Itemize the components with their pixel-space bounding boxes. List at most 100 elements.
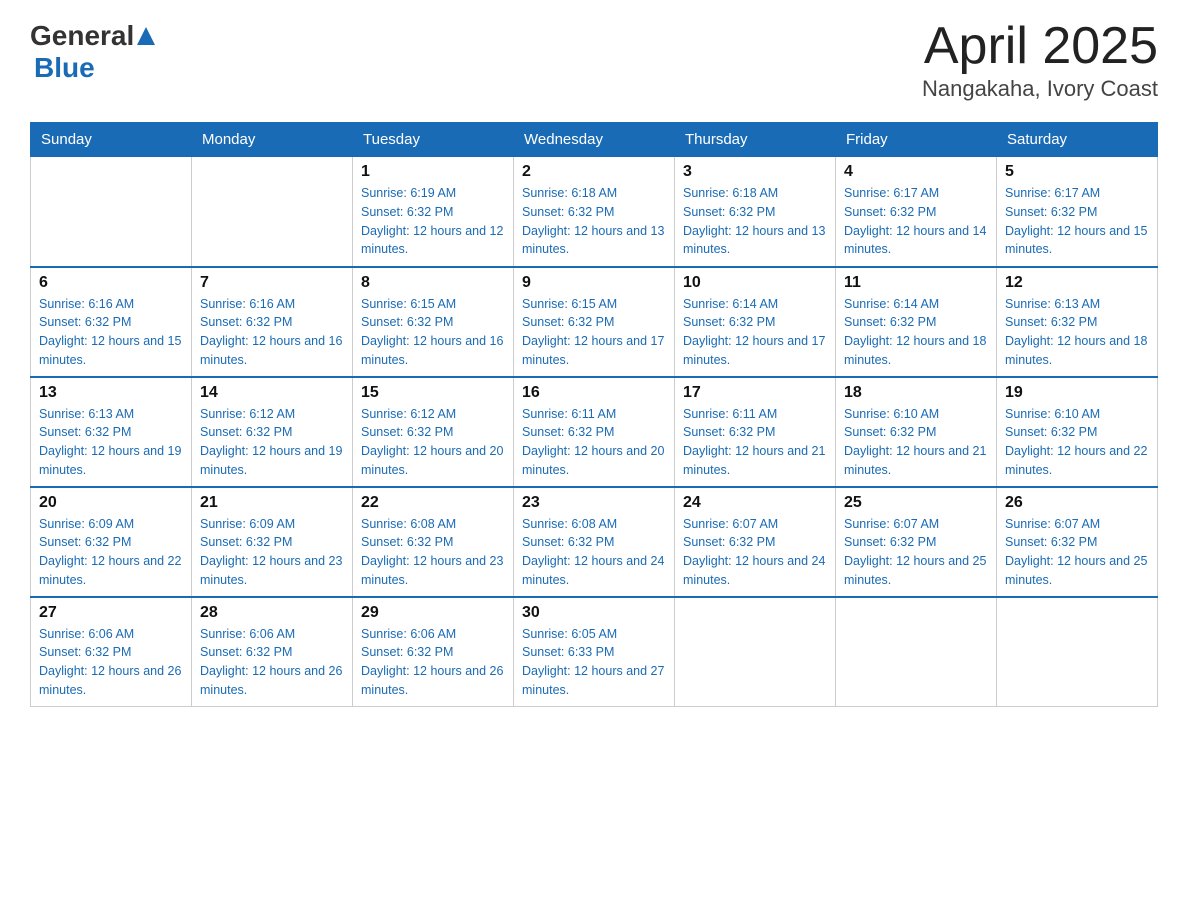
calendar-week-row: 1 Sunrise: 6:19 AMSunset: 6:32 PMDaylight… bbox=[31, 157, 1158, 267]
calendar-cell bbox=[31, 157, 192, 267]
calendar-cell: 23Sunrise: 6:08 AMSunset: 6:32 PMDayligh… bbox=[514, 487, 675, 597]
calendar-cell: 3Sunrise: 6:18 AMSunset: 6:32 PMDaylight… bbox=[675, 157, 836, 267]
day-header-thursday: Thursday bbox=[675, 123, 836, 157]
day-number: 17 bbox=[683, 384, 827, 402]
day-info: Sunrise: 6:17 AMSunset: 6:32 PMDaylight:… bbox=[844, 184, 988, 259]
day-number: 4 bbox=[844, 163, 988, 181]
logo: General Blue bbox=[30, 20, 155, 84]
day-number: 19 bbox=[1005, 384, 1149, 402]
calendar-cell: 12 Sunrise: 6:13 AMSunset: 6:32 PMDayligh… bbox=[997, 267, 1158, 377]
calendar-cell: 22 Sunrise: 6:08 AMSunset: 6:32 PMDayligh… bbox=[353, 487, 514, 597]
day-header-friday: Friday bbox=[836, 123, 997, 157]
calendar-cell bbox=[192, 157, 353, 267]
day-number: 21 bbox=[200, 494, 344, 512]
day-number: 24 bbox=[683, 494, 827, 512]
day-info: Sunrise: 6:07 AMSunset: 6:32 PMDaylight:… bbox=[844, 515, 988, 590]
calendar-cell: 26 Sunrise: 6:07 AMSunset: 6:32 PMDayligh… bbox=[997, 487, 1158, 597]
calendar-week-row: 6 Sunrise: 6:16 AMSunset: 6:32 PMDaylight… bbox=[31, 267, 1158, 377]
calendar-cell: 6Sunrise: 6:16 AMSunset: 6:32 PMDaylight… bbox=[31, 267, 192, 377]
calendar-cell: 9 Sunrise: 6:15 AMSunset: 6:32 PMDaylight… bbox=[514, 267, 675, 377]
day-info: Sunrise: 6:19 AMSunset: 6:32 PMDaylight:… bbox=[361, 184, 505, 259]
day-number: 18 bbox=[844, 384, 988, 402]
calendar-cell: 8 Sunrise: 6:15 AMSunset: 6:32 PMDaylight… bbox=[353, 267, 514, 377]
day-number: 14 bbox=[200, 384, 344, 402]
day-number: 30 bbox=[522, 604, 666, 622]
calendar-table: SundayMondayTuesdayWednesdayThursdayFrid… bbox=[30, 122, 1158, 707]
day-info: Sunrise: 6:15 AMSunset: 6:32 PMDaylight:… bbox=[361, 295, 505, 370]
calendar-week-row: 27 Sunrise: 6:06 AMSunset: 6:32 PMDayligh… bbox=[31, 597, 1158, 707]
day-info: Sunrise: 6:10 AMSunset: 6:32 PMDaylight:… bbox=[1005, 405, 1149, 480]
calendar-cell bbox=[836, 597, 997, 707]
day-number: 20 bbox=[39, 494, 183, 512]
day-number: 26 bbox=[1005, 494, 1149, 512]
page-header: General Blue April 2025 Nangakaha, Ivory… bbox=[30, 20, 1158, 102]
calendar-cell bbox=[675, 597, 836, 707]
day-info: Sunrise: 6:06 AMSunset: 6:32 PMDaylight:… bbox=[200, 625, 344, 700]
calendar-cell: 24 Sunrise: 6:07 AMSunset: 6:32 PMDayligh… bbox=[675, 487, 836, 597]
day-info: Sunrise: 6:11 AMSunset: 6:32 PMDaylight:… bbox=[522, 405, 666, 480]
calendar-cell: 1 Sunrise: 6:19 AMSunset: 6:32 PMDaylight… bbox=[353, 157, 514, 267]
calendar-cell: 5 Sunrise: 6:17 AMSunset: 6:32 PMDaylight… bbox=[997, 157, 1158, 267]
day-info: Sunrise: 6:16 AMSunset: 6:32 PMDaylight:… bbox=[200, 295, 344, 370]
day-info: Sunrise: 6:13 AMSunset: 6:32 PMDaylight:… bbox=[1005, 295, 1149, 370]
day-number: 25 bbox=[844, 494, 988, 512]
day-info: Sunrise: 6:07 AMSunset: 6:32 PMDaylight:… bbox=[683, 515, 827, 590]
calendar-cell: 10 Sunrise: 6:14 AMSunset: 6:32 PMDayligh… bbox=[675, 267, 836, 377]
calendar-cell: 29 Sunrise: 6:06 AMSunset: 6:32 PMDayligh… bbox=[353, 597, 514, 707]
calendar-cell: 11 Sunrise: 6:14 AMSunset: 6:32 PMDayligh… bbox=[836, 267, 997, 377]
title-section: April 2025 Nangakaha, Ivory Coast bbox=[922, 20, 1158, 102]
day-number: 10 bbox=[683, 274, 827, 292]
day-info: Sunrise: 6:14 AMSunset: 6:32 PMDaylight:… bbox=[683, 295, 827, 370]
day-number: 28 bbox=[200, 604, 344, 622]
day-number: 13 bbox=[39, 384, 183, 402]
day-info: Sunrise: 6:10 AMSunset: 6:32 PMDaylight:… bbox=[844, 405, 988, 480]
day-header-wednesday: Wednesday bbox=[514, 123, 675, 157]
day-number: 8 bbox=[361, 274, 505, 292]
calendar-cell: 25 Sunrise: 6:07 AMSunset: 6:32 PMDayligh… bbox=[836, 487, 997, 597]
day-info: Sunrise: 6:07 AMSunset: 6:32 PMDaylight:… bbox=[1005, 515, 1149, 590]
day-info: Sunrise: 6:13 AMSunset: 6:32 PMDaylight:… bbox=[39, 405, 183, 480]
day-number: 27 bbox=[39, 604, 183, 622]
calendar-cell: 16 Sunrise: 6:11 AMSunset: 6:32 PMDayligh… bbox=[514, 377, 675, 487]
calendar-week-row: 13 Sunrise: 6:13 AMSunset: 6:32 PMDayligh… bbox=[31, 377, 1158, 487]
day-number: 9 bbox=[522, 274, 666, 292]
calendar-cell: 28 Sunrise: 6:06 AMSunset: 6:32 PMDayligh… bbox=[192, 597, 353, 707]
day-info: Sunrise: 6:18 AMSunset: 6:32 PMDaylight:… bbox=[683, 184, 827, 259]
calendar-cell: 14 Sunrise: 6:12 AMSunset: 6:32 PMDayligh… bbox=[192, 377, 353, 487]
day-number: 6 bbox=[39, 274, 183, 292]
day-info: Sunrise: 6:15 AMSunset: 6:32 PMDaylight:… bbox=[522, 295, 666, 370]
calendar-cell bbox=[997, 597, 1158, 707]
day-info: Sunrise: 6:06 AMSunset: 6:32 PMDaylight:… bbox=[361, 625, 505, 700]
day-info: Sunrise: 6:12 AMSunset: 6:32 PMDaylight:… bbox=[361, 405, 505, 480]
day-info: Sunrise: 6:12 AMSunset: 6:32 PMDaylight:… bbox=[200, 405, 344, 480]
day-info: Sunrise: 6:17 AMSunset: 6:32 PMDaylight:… bbox=[1005, 184, 1149, 259]
day-info: Sunrise: 6:09 AMSunset: 6:32 PMDaylight:… bbox=[200, 515, 344, 590]
day-info: Sunrise: 6:05 AMSunset: 6:33 PMDaylight:… bbox=[522, 625, 666, 700]
calendar-week-row: 20 Sunrise: 6:09 AMSunset: 6:32 PMDayligh… bbox=[31, 487, 1158, 597]
calendar-cell: 13 Sunrise: 6:13 AMSunset: 6:32 PMDayligh… bbox=[31, 377, 192, 487]
day-number: 11 bbox=[844, 274, 988, 292]
day-number: 5 bbox=[1005, 163, 1149, 181]
month-title: April 2025 bbox=[922, 20, 1158, 72]
day-info: Sunrise: 6:06 AMSunset: 6:32 PMDaylight:… bbox=[39, 625, 183, 700]
day-info: Sunrise: 6:09 AMSunset: 6:32 PMDaylight:… bbox=[39, 515, 183, 590]
day-number: 7 bbox=[200, 274, 344, 292]
day-number: 2 bbox=[522, 163, 666, 181]
location-title: Nangakaha, Ivory Coast bbox=[922, 76, 1158, 102]
day-number: 29 bbox=[361, 604, 505, 622]
calendar-cell: 27 Sunrise: 6:06 AMSunset: 6:32 PMDayligh… bbox=[31, 597, 192, 707]
calendar-cell: 30 Sunrise: 6:05 AMSunset: 6:33 PMDayligh… bbox=[514, 597, 675, 707]
calendar-cell: 15Sunrise: 6:12 AMSunset: 6:32 PMDayligh… bbox=[353, 377, 514, 487]
logo-triangle-icon bbox=[137, 27, 155, 50]
day-number: 22 bbox=[361, 494, 505, 512]
calendar-cell: 18 Sunrise: 6:10 AMSunset: 6:32 PMDayligh… bbox=[836, 377, 997, 487]
day-header-saturday: Saturday bbox=[997, 123, 1158, 157]
day-number: 12 bbox=[1005, 274, 1149, 292]
calendar-cell: 2Sunrise: 6:18 AMSunset: 6:32 PMDaylight… bbox=[514, 157, 675, 267]
day-info: Sunrise: 6:11 AMSunset: 6:32 PMDaylight:… bbox=[683, 405, 827, 480]
calendar-cell: 20 Sunrise: 6:09 AMSunset: 6:32 PMDayligh… bbox=[31, 487, 192, 597]
day-info: Sunrise: 6:14 AMSunset: 6:32 PMDaylight:… bbox=[844, 295, 988, 370]
day-number: 1 bbox=[361, 163, 505, 181]
day-info: Sunrise: 6:08 AMSunset: 6:32 PMDaylight:… bbox=[361, 515, 505, 590]
day-number: 16 bbox=[522, 384, 666, 402]
